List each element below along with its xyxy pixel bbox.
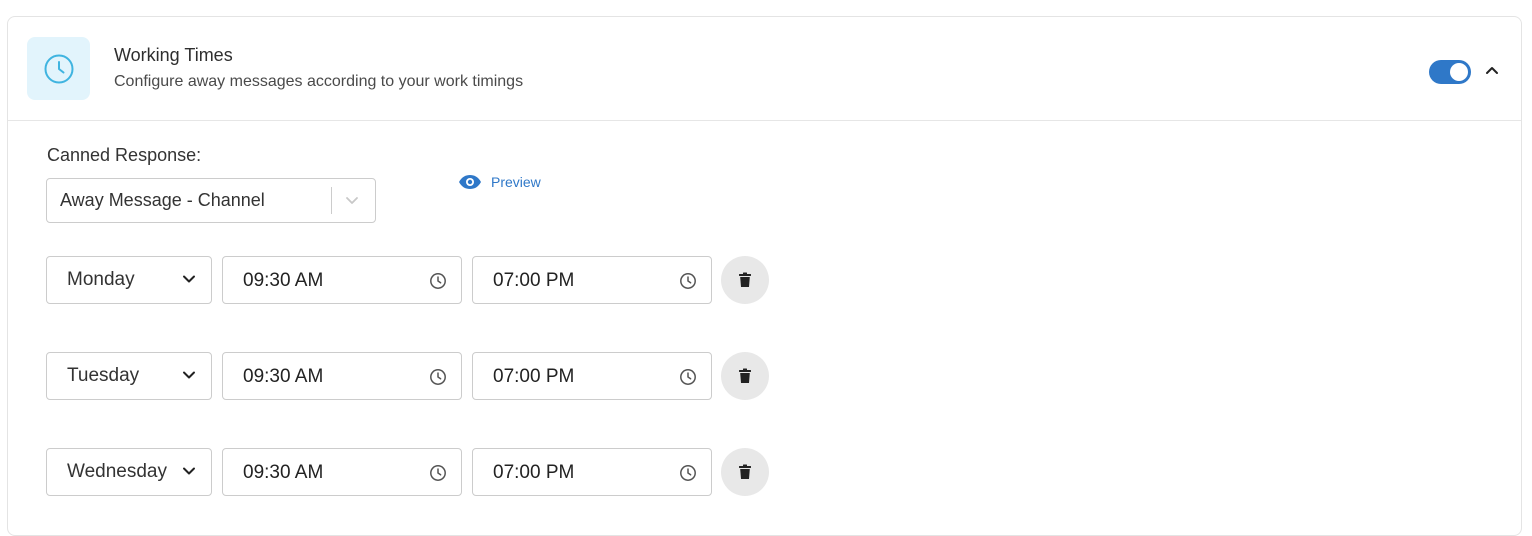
card-header: Working Times Configure away messages ac… bbox=[8, 17, 1521, 121]
chevron-down-icon bbox=[183, 371, 195, 379]
enable-toggle[interactable] bbox=[1429, 60, 1471, 84]
header-icon-box bbox=[27, 37, 90, 100]
day-select[interactable]: Tuesday bbox=[46, 352, 212, 400]
day-value: Wednesday bbox=[67, 461, 167, 482]
start-time-value: 09:30 AM bbox=[243, 366, 324, 387]
canned-response-label: Canned Response: bbox=[47, 145, 202, 165]
working-times-card: Working Times Configure away messages ac… bbox=[7, 16, 1522, 536]
delete-row-button[interactable] bbox=[721, 256, 769, 304]
clock-icon bbox=[430, 465, 446, 481]
end-time-value: 07:00 PM bbox=[493, 270, 575, 291]
end-time-input[interactable]: 07:00 PM bbox=[472, 256, 712, 304]
section-subtitle: Configure away messages according to you… bbox=[114, 73, 524, 90]
trash-icon bbox=[739, 272, 751, 287]
section-title: Working Times bbox=[114, 45, 233, 65]
clock-icon bbox=[430, 369, 446, 385]
end-time-input[interactable]: 07:00 PM bbox=[472, 352, 712, 400]
delete-row-button[interactable] bbox=[721, 448, 769, 496]
trash-icon bbox=[739, 464, 751, 479]
start-time-input[interactable]: 09:30 AM bbox=[222, 448, 462, 496]
toggle-knob bbox=[1450, 63, 1468, 81]
chevron-down-icon bbox=[346, 197, 358, 204]
end-time-value: 07:00 PM bbox=[493, 366, 575, 387]
end-time-input[interactable]: 07:00 PM bbox=[472, 448, 712, 496]
clock-icon bbox=[680, 273, 696, 289]
collapse-button[interactable] bbox=[1481, 59, 1503, 81]
chevron-up-icon bbox=[1486, 67, 1498, 74]
start-time-input[interactable]: 09:30 AM bbox=[222, 256, 462, 304]
clock-icon bbox=[680, 369, 696, 385]
day-value: Tuesday bbox=[67, 365, 140, 386]
clock-icon bbox=[44, 54, 73, 83]
trash-icon bbox=[739, 368, 751, 383]
delete-row-button[interactable] bbox=[721, 352, 769, 400]
start-time-value: 09:30 AM bbox=[243, 462, 324, 483]
canned-response-value: Away Message - Channel bbox=[60, 190, 265, 210]
clock-icon bbox=[680, 465, 696, 481]
preview-label: Preview bbox=[491, 174, 541, 190]
chevron-down-icon bbox=[183, 275, 195, 283]
start-time-value: 09:30 AM bbox=[243, 270, 324, 291]
chevron-down-icon bbox=[183, 467, 195, 475]
start-time-input[interactable]: 09:30 AM bbox=[222, 352, 462, 400]
clock-icon bbox=[430, 273, 446, 289]
preview-link[interactable]: Preview bbox=[458, 174, 541, 190]
select-separator bbox=[331, 187, 332, 214]
day-select[interactable]: Wednesday bbox=[46, 448, 212, 496]
canned-response-select[interactable]: Away Message - Channel bbox=[46, 178, 376, 223]
day-select[interactable]: Monday bbox=[46, 256, 212, 304]
day-value: Monday bbox=[67, 269, 135, 290]
eye-icon bbox=[459, 175, 481, 189]
end-time-value: 07:00 PM bbox=[493, 462, 575, 483]
